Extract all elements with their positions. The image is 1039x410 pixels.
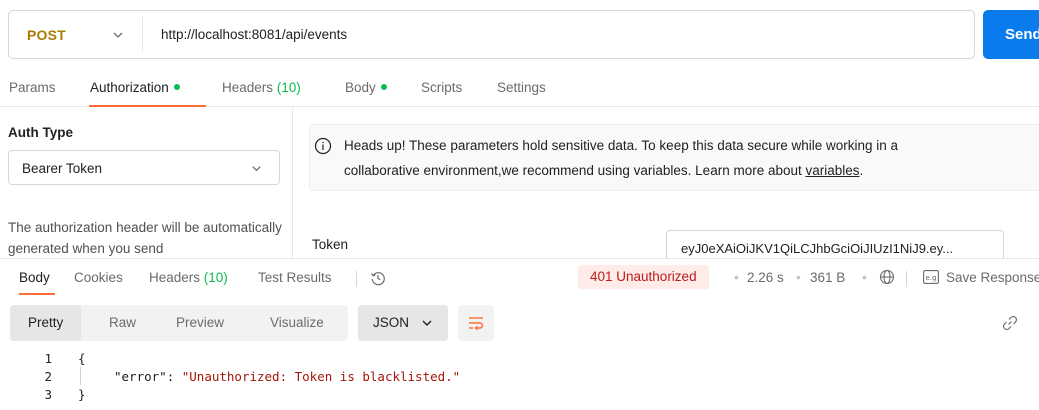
code-text: {	[78, 351, 86, 366]
response-time[interactable]: 2.26 s	[747, 270, 784, 285]
response-size[interactable]: 361 B	[810, 270, 845, 285]
url-bar: POST http://localhost:8081/api/events	[8, 10, 975, 59]
tab-label: Scripts	[421, 80, 463, 95]
token-value: eyJ0eXAiOiJKV1QiLCJhbGciOiJIUzI1NiJ9.ey.…	[681, 241, 954, 256]
response-tab-cookies[interactable]: Cookies	[74, 270, 123, 285]
status-badge[interactable]: 401 Unauthorized	[578, 265, 709, 289]
code-text: }	[78, 387, 86, 402]
tab-settings[interactable]: Settings	[497, 80, 546, 95]
tab-label: Headers	[222, 80, 274, 95]
active-tab-indicator	[19, 293, 55, 295]
tab-label: Body	[345, 80, 376, 95]
view-visualize-button[interactable]: Visualize	[270, 315, 324, 330]
code-line: 3 }	[0, 385, 1039, 403]
variables-link[interactable]: variables	[806, 163, 860, 178]
response-body-code[interactable]: 1 { 2 "error": "Unauthorized: Token is b…	[0, 349, 1039, 403]
auth-description: The authorization header will be automat…	[8, 220, 282, 256]
code-text: "error": "Unauthorized: Token is blackli…	[114, 369, 460, 384]
view-mode-group: Pretty Raw Preview Visualize	[10, 305, 348, 341]
request-tabs: Params Authorization Headers (10) Body S…	[0, 71, 1039, 107]
chevron-down-icon	[252, 166, 261, 172]
save-response-icon: e.g	[923, 270, 939, 284]
modified-dot-icon	[173, 84, 180, 91]
code-line: 2 "error": "Unauthorized: Token is black…	[0, 367, 1039, 385]
notice-text-prefix: collaborative environment,we recommend u…	[344, 163, 806, 178]
url-input[interactable]: http://localhost:8081/api/events	[161, 27, 347, 42]
auth-type-select[interactable]: Bearer Token	[8, 150, 280, 185]
line-number: 1	[44, 351, 52, 366]
wrap-lines-button[interactable]	[458, 305, 494, 341]
tab-scripts[interactable]: Scripts	[421, 80, 462, 95]
tab-params[interactable]: Params	[9, 80, 56, 95]
divider	[356, 271, 357, 287]
tab-headers[interactable]: Headers (10)	[222, 80, 301, 95]
tab-count: (10)	[203, 270, 228, 285]
save-response-button[interactable]: Save Response	[946, 270, 1039, 285]
response-tab-body[interactable]: Body	[19, 270, 50, 285]
method-label: POST	[27, 27, 66, 43]
notice-text: Heads up! These parameters hold sensitiv…	[344, 138, 899, 153]
view-pretty-button[interactable]: Pretty	[28, 315, 63, 330]
token-input[interactable]: eyJ0eXAiOiJKV1QiLCJhbGciOiJIUzI1NiJ9.ey.…	[666, 230, 1004, 260]
meta-separator: •	[734, 270, 739, 285]
json-key: "error"	[114, 369, 167, 384]
chevron-down-icon	[422, 320, 432, 326]
method-divider	[142, 17, 143, 52]
line-number: 3	[44, 387, 52, 402]
chevron-down-icon	[113, 32, 123, 38]
info-icon	[314, 137, 332, 155]
response-tab-test-results[interactable]: Test Results	[258, 270, 332, 285]
tab-label: Headers	[149, 270, 201, 285]
notice-text-suffix: .	[859, 163, 864, 178]
view-raw-button[interactable]: Raw	[109, 315, 136, 330]
wrap-lines-icon	[469, 317, 484, 331]
token-label: Token	[312, 237, 349, 252]
indent-guide	[80, 367, 81, 385]
auth-type-panel: Auth Type Bearer Token The authorization…	[0, 108, 293, 258]
svg-text:e.g: e.g	[926, 274, 937, 282]
history-icon[interactable]	[370, 270, 386, 286]
json-value: "Unauthorized: Token is blacklisted."	[181, 369, 461, 384]
tab-count: (10)	[276, 80, 301, 95]
format-label: JSON	[373, 315, 410, 330]
code-line: 1 {	[0, 349, 1039, 367]
line-number: 2	[44, 369, 52, 384]
active-tab-indicator	[89, 105, 206, 107]
method-select[interactable]: POST	[9, 11, 143, 58]
json-separator: :	[166, 369, 182, 384]
tab-label: Params	[9, 80, 56, 95]
sensitive-data-notice: Heads up! These parameters hold sensitiv…	[309, 124, 1039, 191]
response-header-bar: Body Cookies Headers (10) Test Results 4…	[0, 258, 1039, 295]
modified-dot-icon	[380, 84, 387, 91]
tab-body[interactable]: Body	[345, 80, 387, 95]
meta-separator: •	[862, 270, 867, 285]
auth-type-value: Bearer Token	[22, 161, 103, 176]
response-tab-headers[interactable]: Headers (10)	[149, 270, 228, 285]
tab-label: Settings	[497, 80, 546, 95]
tab-label: Authorization	[90, 80, 169, 95]
notice-text-2: collaborative environment,we recommend u…	[344, 163, 863, 178]
tab-authorization[interactable]: Authorization	[90, 80, 180, 95]
meta-separator: •	[796, 270, 801, 285]
format-select[interactable]: JSON	[358, 305, 448, 341]
send-button[interactable]: Send	[983, 10, 1039, 59]
divider	[906, 271, 907, 287]
view-preview-button[interactable]: Preview	[176, 315, 224, 330]
auth-type-label: Auth Type	[8, 125, 73, 140]
link-icon[interactable]	[1002, 315, 1018, 331]
globe-icon[interactable]	[879, 269, 895, 285]
